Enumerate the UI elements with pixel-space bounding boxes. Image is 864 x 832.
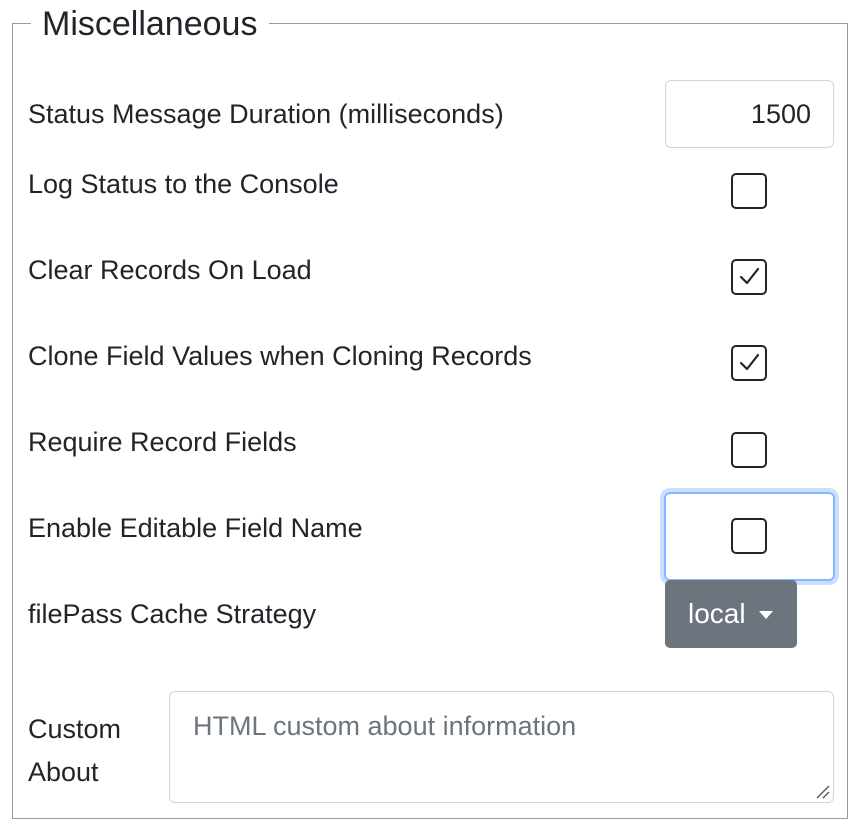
caret-down-icon	[759, 611, 773, 619]
clear-records-label: Clear Records On Load	[28, 255, 312, 285]
status-duration-label: Status Message Duration (milliseconds)	[28, 99, 504, 129]
clone-field-values-label: Clone Field Values when Cloning Records	[28, 341, 532, 371]
editable-field-name-label: Enable Editable Field Name	[28, 513, 363, 543]
custom-about-label-line2: About	[28, 757, 99, 787]
require-fields-label: Require Record Fields	[28, 427, 297, 457]
clear-records-checkbox[interactable]	[731, 259, 767, 295]
cache-strategy-label: filePass Cache Strategy	[28, 599, 317, 629]
checkmark-icon	[739, 267, 760, 285]
custom-about-placeholder: HTML custom about information	[193, 711, 577, 741]
cache-strategy-value: local	[688, 598, 746, 629]
custom-about-label: Custom About	[28, 708, 148, 794]
checkmark-icon	[739, 353, 760, 371]
resize-handle-icon[interactable]	[814, 783, 830, 799]
fieldset-legend: Miscellaneous	[31, 4, 270, 44]
status-duration-input[interactable]: 1500	[665, 80, 834, 148]
clone-field-values-checkbox[interactable]	[731, 345, 767, 381]
editable-field-name-checkbox[interactable]	[731, 518, 767, 554]
custom-about-textarea[interactable]: HTML custom about information	[169, 691, 834, 803]
log-status-label: Log Status to the Console	[28, 169, 339, 199]
log-status-checkbox[interactable]	[731, 173, 767, 209]
cache-strategy-dropdown[interactable]: local	[665, 580, 797, 648]
require-fields-checkbox[interactable]	[731, 432, 767, 468]
custom-about-label-line1: Custom	[28, 714, 122, 744]
